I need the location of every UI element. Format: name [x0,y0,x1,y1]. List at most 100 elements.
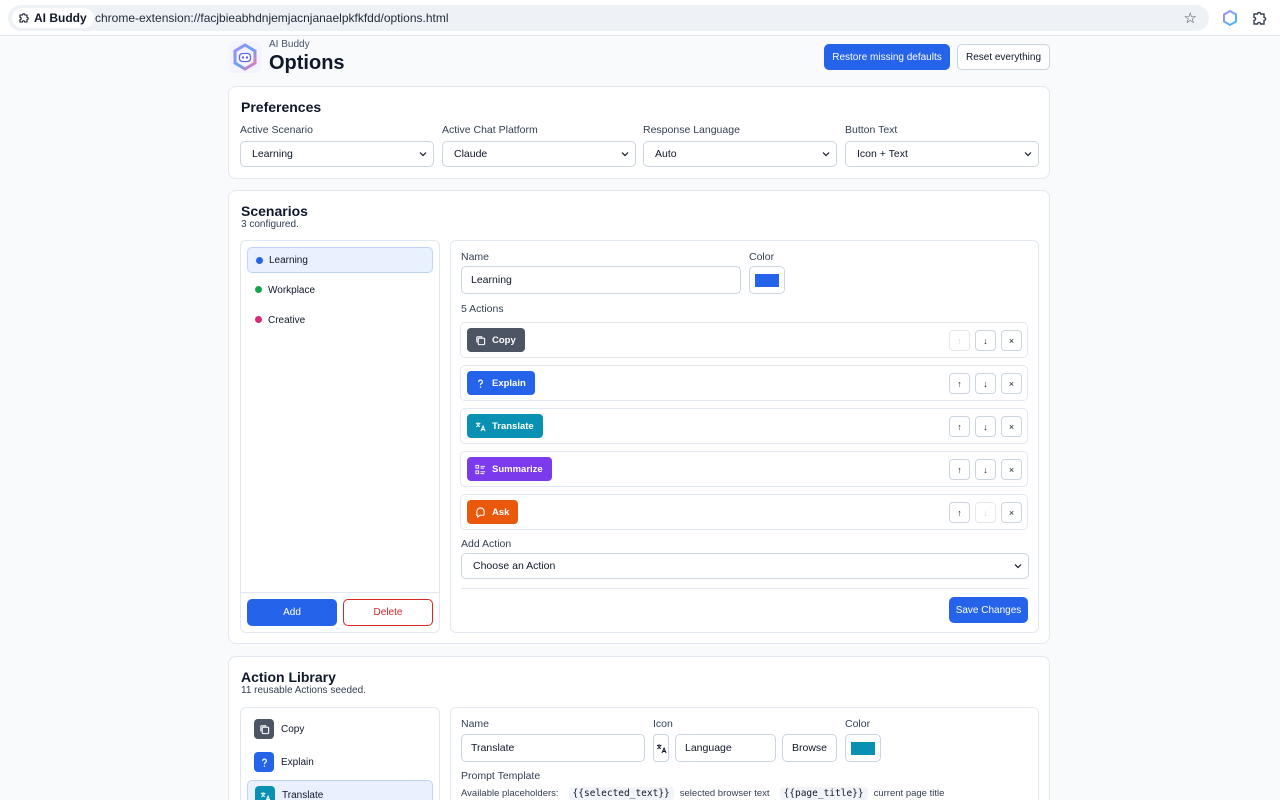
actions-count-label: 5 Actions [461,303,504,315]
color-swatch [755,274,779,287]
action-chip-summarize[interactable]: Summarize [467,457,552,481]
scenario-item-workplace[interactable]: Workplace [247,277,433,303]
address-bar[interactable]: AI Buddy chrome-extension://facjbieabhdn… [8,5,1209,31]
move-up-button[interactable]: ↑ [949,416,970,437]
action-chip-copy[interactable]: Copy [467,328,525,352]
button-text-value: Icon + Text [857,148,908,160]
copy-icon [476,335,486,345]
scenario-item-creative[interactable]: Creative [247,307,433,333]
move-down-button[interactable]: ↓ [975,373,996,394]
action-library-list: Copy Explain Translate [240,707,440,800]
add-scenario-button[interactable]: Add [247,599,337,626]
browse-icon-button[interactable]: Browse [782,734,837,762]
scenario-item-label: Learning [269,254,308,266]
browser-toolbar: AI Buddy chrome-extension://facjbieabhdn… [0,0,1280,36]
chevron-down-icon [1024,152,1032,157]
action-chip-explain[interactable]: Explain [467,371,535,395]
move-up-button[interactable]: ↑ [949,502,970,523]
move-down-button[interactable]: ↓ [975,330,996,351]
action-name-label: Name [461,718,490,730]
move-down-button[interactable]: ↓ [975,502,996,523]
action-icon-input[interactable]: Language [675,734,776,762]
response-language-value: Auto [655,148,677,160]
move-down-button[interactable]: ↓ [975,416,996,437]
scenario-color-dot [256,257,263,264]
reset-everything-button[interactable]: Reset everything [957,44,1050,70]
scenario-editor-panel: Name Learning Color 5 Actions Copy ↑ ↓ ×… [450,240,1039,633]
action-row: Summarize ↑ ↓ × [460,451,1028,487]
action-icon-preview [653,734,669,762]
restore-defaults-button[interactable]: Restore missing defaults [824,44,950,70]
chat-platform-label: Active Chat Platform [442,124,538,136]
move-up-button[interactable]: ↑ [949,330,970,351]
action-color-label: Color [845,718,871,730]
action-library-card: Action Library 11 reusable Actions seede… [228,656,1050,800]
extension-icon [19,13,29,23]
scenario-color-dot [255,316,262,323]
translate-icon [255,786,275,800]
move-up-button[interactable]: ↑ [949,373,970,394]
move-up-button[interactable]: ↑ [949,459,970,480]
chat-platform-select[interactable]: Claude [442,141,636,167]
action-editor-panel: Name Translate Icon Language Browse Colo… [450,707,1039,800]
action-chip-ask[interactable]: Ask [467,500,519,524]
remove-action-button[interactable]: × [1001,330,1022,351]
active-scenario-label: Active Scenario [240,124,313,136]
library-item-copy[interactable]: Copy [247,714,433,744]
divider [241,592,439,593]
scenario-item-learning[interactable]: Learning [247,247,433,273]
scenarios-card: Scenarios 3 configured. Learning Workpla… [228,190,1050,644]
chevron-down-icon [1014,564,1022,569]
site-chip[interactable]: AI Buddy [12,8,94,28]
scenarios-count: 3 configured. [241,219,299,230]
profile-icon[interactable] [1221,9,1239,27]
scenario-color-label: Color [749,251,775,263]
action-chip-label: Ask [492,506,510,518]
button-text-select[interactable]: Icon + Text [845,141,1039,167]
placeholders-row: Available placeholders: {{selected_text}… [461,787,944,800]
scenario-item-label: Workplace [268,284,316,296]
add-action-select[interactable]: Choose an Action [461,553,1029,579]
move-down-button[interactable]: ↓ [975,459,996,480]
preferences-card: Preferences Active Scenario Learning Act… [228,86,1050,179]
scenario-color-dot [255,286,262,293]
preferences-title: Preferences [241,99,322,115]
chevron-down-icon [419,152,427,157]
action-chip-translate[interactable]: Translate [467,414,543,438]
scenario-item-label: Creative [268,314,306,326]
add-action-label: Add Action [461,538,512,550]
active-scenario-select[interactable]: Learning [240,141,434,167]
scenarios-title: Scenarios [241,203,308,219]
remove-action-button[interactable]: × [1001,373,1022,394]
action-color-picker[interactable] [845,734,881,762]
placeholder-code[interactable]: {{selected_text}} [568,787,674,800]
action-name-input[interactable]: Translate [461,734,645,762]
color-swatch [851,742,875,755]
library-item-explain[interactable]: Explain [247,747,433,777]
scenario-name-input[interactable]: Learning [461,266,741,294]
remove-action-button[interactable]: × [1001,416,1022,437]
prompt-template-label: Prompt Template [461,770,541,782]
action-chip-label: Copy [492,334,516,346]
copy-icon [254,719,274,739]
url-text[interactable]: chrome-extension://facjbieabhdnjemjacnja… [95,11,449,25]
bookmark-star-icon[interactable]: ☆ [1184,9,1197,27]
save-changes-button[interactable]: Save Changes [949,597,1028,623]
response-language-select[interactable]: Auto [643,141,837,167]
app-name: AI Buddy [269,39,310,50]
translate-icon [656,743,667,753]
chat-icon [476,506,485,518]
remove-action-button[interactable]: × [1001,502,1022,523]
action-icon-value: Language [685,742,732,754]
extensions-puzzle-icon[interactable] [1251,9,1269,27]
scenario-color-picker[interactable] [749,266,785,294]
placeholders-label: Available placeholders: [461,788,559,799]
remove-action-button[interactable]: × [1001,459,1022,480]
delete-scenario-button[interactable]: Delete [343,599,433,626]
placeholder-code[interactable]: {{page_title}} [779,787,868,800]
action-icon-label: Icon [653,718,673,730]
action-row: Explain ↑ ↓ × [460,365,1028,401]
library-item-translate[interactable]: Translate [247,780,433,800]
action-chip-label: Translate [492,420,534,432]
chat-platform-value: Claude [454,148,488,160]
